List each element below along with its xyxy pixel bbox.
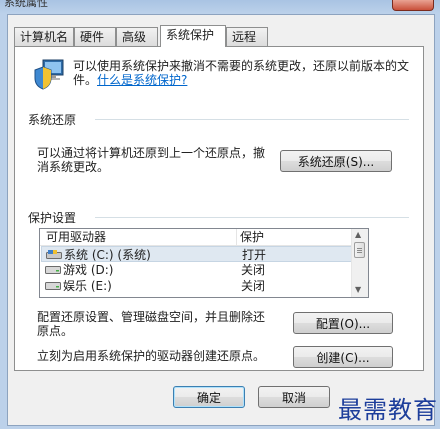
drive-list-header: 可用驱动器 保护 [40, 229, 354, 246]
system-properties-dialog: 计算机名 硬件 高级 系统保护 远程 可以使用系统保护来撤消不需要的系统更改，还… [7, 14, 435, 426]
tab-advanced[interactable]: 高级 [116, 27, 158, 46]
close-button[interactable] [392, 0, 434, 11]
configure-button[interactable]: 配置(O)... [293, 312, 393, 334]
column-protection[interactable]: 保护 [240, 229, 264, 245]
drive-row-c[interactable]: 系统 (C:) (系统) 打开 [41, 246, 354, 262]
drive-name: 娱乐 (E:) [63, 279, 112, 293]
drive-list[interactable]: 可用驱动器 保护 系统 (C:) (系统) 打开 游戏 (D:) 关闭 娱乐 (… [39, 228, 369, 298]
drive-protection-status: 关闭 [241, 263, 266, 277]
drive-row-d[interactable]: 游戏 (D:) 关闭 [41, 262, 354, 278]
cancel-button[interactable]: 取消 [258, 386, 330, 408]
drive-protection-status: 关闭 [241, 279, 266, 293]
scroll-up-arrow-icon[interactable]: ▲ [355, 230, 361, 239]
configure-description: 配置还原设置、管理磁盘空间，并且删除还原点。 [37, 310, 266, 338]
ok-button[interactable]: 确定 [173, 386, 245, 408]
drive-row-e[interactable]: 娱乐 (E:) 关闭 [41, 278, 354, 294]
title-bar: 系统属性 [0, 0, 440, 14]
divider [95, 119, 409, 120]
column-separator [236, 229, 237, 245]
system-drive-icon [46, 250, 62, 259]
tab-system-protection[interactable]: 系统保护 [160, 25, 226, 47]
system-protection-panel: 可以使用系统保护来撤消不需要的系统更改，还原以前版本的文件。什么是系统保护? 系… [14, 46, 424, 371]
window-title: 系统属性 [4, 0, 48, 9]
column-available-drives[interactable]: 可用驱动器 [46, 229, 106, 245]
system-restore-button[interactable]: 系统还原(S)... [280, 150, 392, 172]
tab-computer-name[interactable]: 计算机名 [14, 27, 74, 46]
tab-hardware[interactable]: 硬件 [74, 27, 116, 46]
scroll-thumb[interactable] [354, 242, 365, 258]
what-is-system-protection-link[interactable]: 什么是系统保护? [97, 73, 187, 87]
create-description: 立刻为启用系统保护的驱动器创建还原点。 [37, 349, 266, 363]
protection-settings-group-title: 保护设置 [28, 209, 83, 226]
drive-list-scrollbar[interactable]: ▲ ▼ [351, 229, 368, 297]
create-button[interactable]: 创建(C)... [293, 346, 393, 368]
system-restore-group-title: 系统还原 [28, 111, 83, 128]
drive-name: 系统 (C:) (系统) [64, 248, 151, 262]
intro-text: 可以使用系统保护来撤消不需要的系统更改，还原以前版本的文件。什么是系统保护? [73, 59, 413, 87]
system-protection-icon [34, 59, 64, 90]
tab-remote[interactable]: 远程 [226, 27, 268, 46]
drive-icon [45, 266, 61, 274]
drive-icon [45, 282, 61, 290]
system-restore-description: 可以通过将计算机还原到上一个还原点，撤消系统更改。 [37, 146, 266, 174]
watermark-text: 最需教育 [338, 396, 438, 424]
scroll-down-arrow-icon[interactable]: ▼ [355, 285, 361, 294]
drive-name: 游戏 (D:) [63, 263, 114, 277]
drive-protection-status: 打开 [242, 248, 267, 262]
divider [95, 217, 409, 218]
